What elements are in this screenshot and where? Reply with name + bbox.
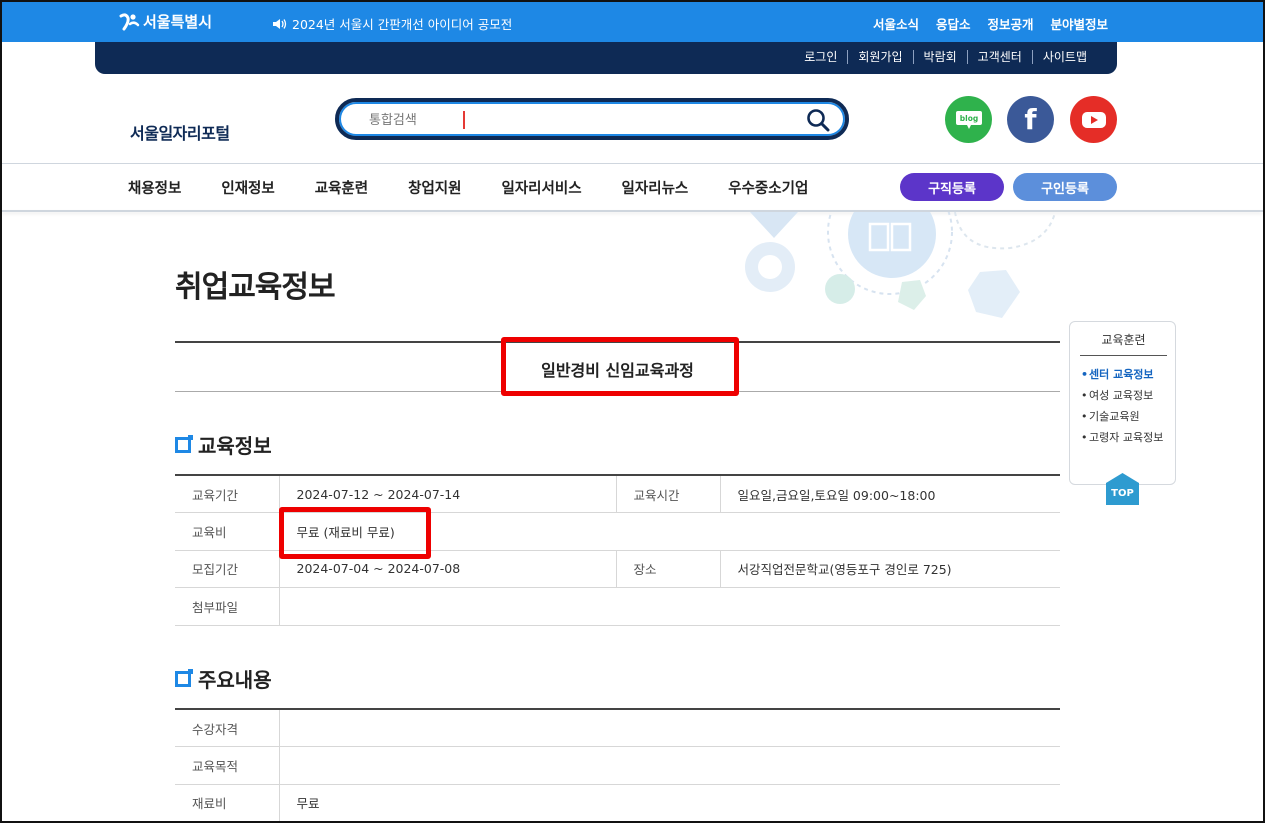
quick-menu-center-edu[interactable]: 센터 교육정보 xyxy=(1081,368,1171,382)
quick-menu-tech-institute[interactable]: 기술교육원 xyxy=(1081,410,1171,424)
fair-link[interactable]: 박람회 xyxy=(912,50,967,64)
top-link-response[interactable]: 응답소 xyxy=(936,14,971,33)
period-label: 교육기간 xyxy=(175,475,280,513)
sitemap-link[interactable]: 사이트맵 xyxy=(1031,50,1097,64)
section-heading-edu-info: 교육정보 xyxy=(175,430,272,459)
scroll-top-button[interactable]: TOP xyxy=(1106,473,1139,505)
material-fee-value: 무료 xyxy=(279,784,1060,822)
facebook-icon: f xyxy=(1024,103,1037,136)
quick-menu: 교육훈련 센터 교육정보 여성 교육정보 기술교육원 고령자 교육정보 xyxy=(1069,321,1176,485)
table-row: 모집기간 2024-07-04 ~ 2024-07-08 장소 서강직업전문학교… xyxy=(175,550,1060,588)
quick-menu-senior-edu[interactable]: 고령자 교육정보 xyxy=(1081,431,1171,445)
search-input[interactable] xyxy=(369,108,789,132)
section-title-edu-info: 교육정보 xyxy=(198,434,272,458)
decorative-background xyxy=(745,212,1057,318)
table-row: 교육비 무료 (재료비 무료) xyxy=(175,512,1060,551)
seoul-logo[interactable]: 서울특별시 xyxy=(118,11,212,32)
nav-item-training[interactable]: 교육훈련 xyxy=(315,177,368,198)
course-title: 일반경비 신임교육과정 xyxy=(541,361,694,380)
fee-value: 무료 (재료비 무료) xyxy=(279,512,1060,551)
table-row: 교육목적 xyxy=(175,746,1060,785)
top-link-info[interactable]: 정보공개 xyxy=(987,14,1033,33)
page-title: 취업교육정보 xyxy=(175,270,336,305)
course-title-border-top xyxy=(175,341,1060,343)
nav-item-recruit[interactable]: 채용정보 xyxy=(128,177,181,198)
section-square-icon xyxy=(175,434,193,453)
edu-info-table: 교육기간 2024-07-12 ~ 2024-07-14 교육시간 일요일,금요… xyxy=(175,474,1060,626)
youtube-icon xyxy=(1081,111,1106,128)
quick-menu-list: 센터 교육정보 여성 교육정보 기술교육원 고령자 교육정보 xyxy=(1081,368,1171,452)
seoul-logo-text: 서울특별시 xyxy=(143,13,213,31)
course-title-border-bottom xyxy=(175,391,1060,392)
top-link-news[interactable]: 서울소식 xyxy=(873,14,919,33)
blog-icon: blog xyxy=(955,110,982,129)
customer-center-link[interactable]: 고객센터 xyxy=(966,50,1032,64)
top-links: 서울소식 응답소 정보공개 분야별정보 xyxy=(873,14,1108,33)
place-value: 서강직업전문학교(영등포구 경인로 725) xyxy=(720,550,1060,588)
quick-menu-title: 교육훈련 xyxy=(1101,333,1146,347)
search-box xyxy=(335,98,849,140)
gnb-divider-bottom xyxy=(2,210,1263,212)
table-row: 교육기간 2024-07-12 ~ 2024-07-14 교육시간 일요일,금요… xyxy=(175,475,1060,513)
top-label: TOP xyxy=(1111,488,1134,499)
nav-item-job-news[interactable]: 일자리뉴스 xyxy=(622,177,689,198)
material-fee-label: 재료비 xyxy=(175,784,280,822)
section-title-main-content: 주요내용 xyxy=(198,668,272,692)
youtube-button[interactable] xyxy=(1070,96,1117,143)
recruit-label: 모집기간 xyxy=(175,550,280,588)
quick-menu-women-edu[interactable]: 여성 교육정보 xyxy=(1081,389,1171,403)
utility-bar: 로그인 회원가입 박람회 고객센터 사이트맵 xyxy=(95,42,1117,74)
gnb-divider-top xyxy=(2,163,1263,164)
facebook-button[interactable]: f xyxy=(1007,96,1054,143)
login-link[interactable]: 로그인 xyxy=(794,50,847,64)
purpose-value xyxy=(279,746,1060,785)
file-label: 첨부파일 xyxy=(175,587,280,626)
qualification-label: 수강자격 xyxy=(175,709,280,747)
section-heading-main-content: 주요내용 xyxy=(175,664,272,693)
section-square-icon xyxy=(175,668,193,687)
nav-item-job-service[interactable]: 일자리서비스 xyxy=(502,177,582,198)
place-label: 장소 xyxy=(615,550,721,588)
top-link-field[interactable]: 분야별정보 xyxy=(1050,14,1108,33)
top-bar: 서울특별시 2024년 서울시 간판개선 아이디어 공모전 서울소식 응답소 정… xyxy=(2,2,1263,42)
utility-links: 로그인 회원가입 박람회 고객센터 사이트맵 xyxy=(794,50,1097,64)
speaker-icon xyxy=(273,18,287,29)
notice[interactable]: 2024년 서울시 간판개선 아이디어 공모전 xyxy=(272,14,512,33)
text-cursor xyxy=(463,111,465,129)
table-row: 첨부파일 xyxy=(175,587,1060,626)
time-label: 교육시간 xyxy=(615,475,721,513)
purpose-label: 교육목적 xyxy=(175,746,280,785)
seoul-logo-icon xyxy=(119,12,140,30)
notice-text: 2024년 서울시 간판개선 아이디어 공모전 xyxy=(292,17,513,32)
table-row: 수강자격 xyxy=(175,709,1060,747)
blog-button[interactable]: blog xyxy=(945,96,992,143)
time-value: 일요일,금요일,토요일 09:00~18:00 xyxy=(720,475,1060,513)
fee-label: 교육비 xyxy=(175,512,280,551)
nav-item-startup[interactable]: 창업지원 xyxy=(408,177,461,198)
blog-icon-text: blog xyxy=(959,114,977,123)
main-nav: 채용정보 인재정보 교육훈련 창업지원 일자리서비스 일자리뉴스 우수중소기업 xyxy=(128,177,808,198)
search-icon[interactable] xyxy=(805,107,831,133)
nav-item-talent[interactable]: 인재정보 xyxy=(221,177,274,198)
period-value: 2024-07-12 ~ 2024-07-14 xyxy=(279,475,616,513)
table-row: 재료비 무료 xyxy=(175,784,1060,822)
portal-logo[interactable]: 서울일자리포털 xyxy=(130,120,230,144)
recruit-value: 2024-07-04 ~ 2024-07-08 xyxy=(279,550,616,588)
qualification-value xyxy=(279,709,1060,747)
signup-link[interactable]: 회원가입 xyxy=(847,50,912,64)
job-seeker-register-button[interactable]: 구직등록 xyxy=(900,173,1004,201)
employer-register-button[interactable]: 구인등록 xyxy=(1013,173,1117,201)
main-content-table: 수강자격 교육목적 재료비 무료 xyxy=(175,708,1060,822)
quick-menu-divider xyxy=(1080,355,1167,356)
nav-item-sme[interactable]: 우수중소기업 xyxy=(728,177,808,198)
file-value[interactable] xyxy=(279,587,1060,626)
